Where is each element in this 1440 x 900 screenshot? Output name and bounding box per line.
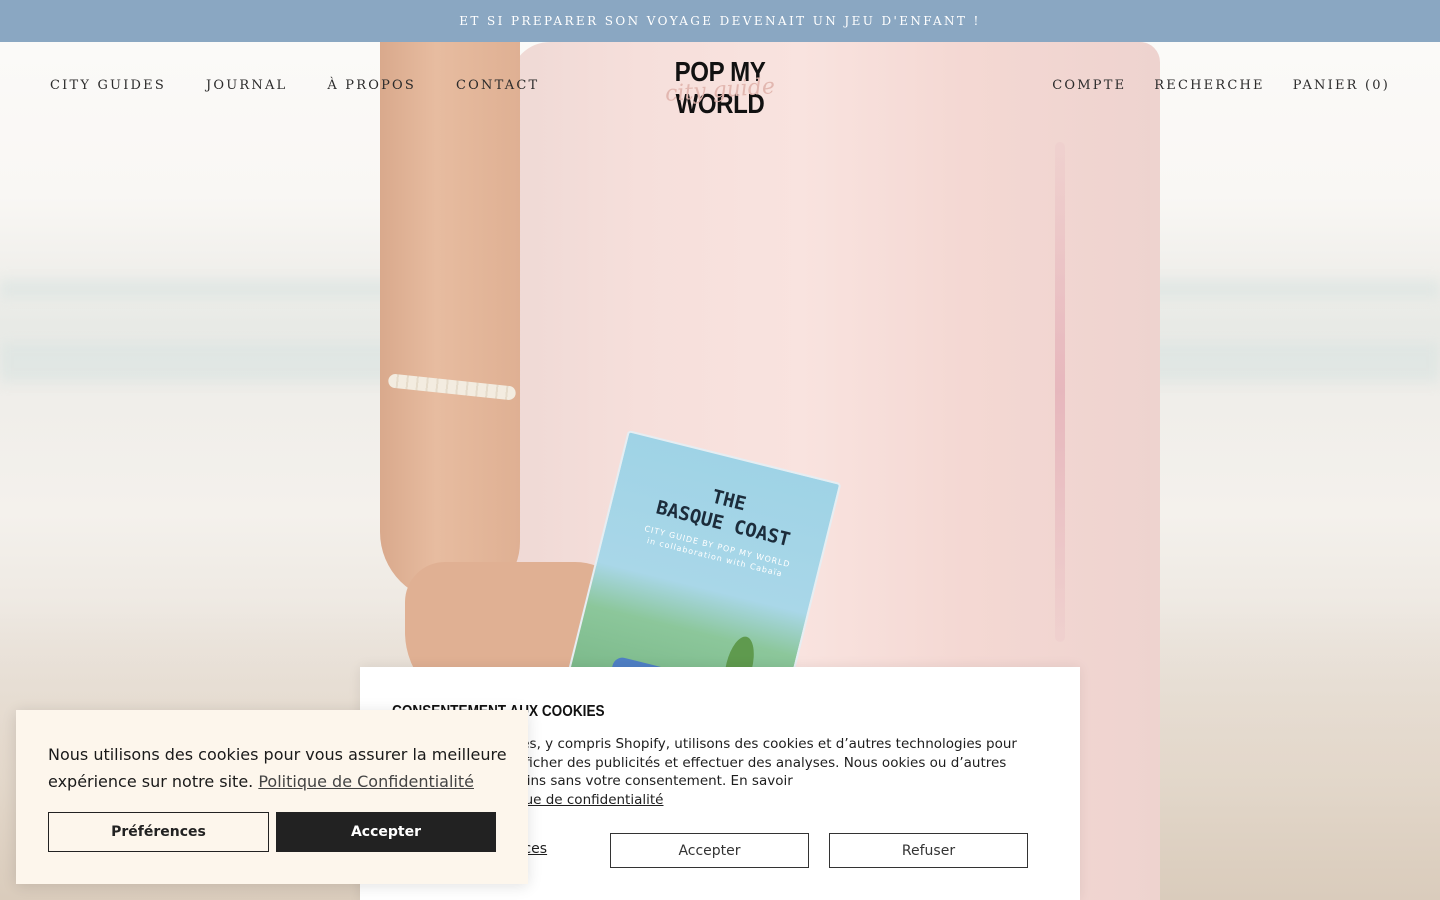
nav-compte[interactable]: COMPTE xyxy=(1052,78,1126,93)
dress-ruffle xyxy=(1055,142,1065,642)
nav-a-propos[interactable]: À PROPOS xyxy=(327,78,416,93)
cookie-message: Nous utilisons des cookies pour vous ass… xyxy=(48,741,508,795)
account-nav: COMPTE RECHERCHE PANIER (0) xyxy=(1052,78,1390,93)
nav-recherche[interactable]: RECHERCHE xyxy=(1154,78,1264,93)
main-nav: CITY GUIDES JOURNAL À PROPOS CONTACT xyxy=(50,78,579,93)
nav-contact[interactable]: CONTACT xyxy=(456,78,539,93)
nav-city-guides[interactable]: CITY GUIDES xyxy=(50,78,166,93)
announcement-text: ET SI PREPARER SON VOYAGE DEVENAIT UN JE… xyxy=(459,14,981,28)
announcement-bar: ET SI PREPARER SON VOYAGE DEVENAIT UN JE… xyxy=(0,0,1440,42)
cookie-accept-button[interactable]: Accepter xyxy=(276,812,496,852)
cookie-privacy-link[interactable]: Politique de Confidentialité xyxy=(258,772,474,791)
nav-panier[interactable]: PANIER (0) xyxy=(1293,78,1390,93)
site-logo[interactable]: POP MY WORLD city guide xyxy=(620,56,820,119)
consent-refuse-button[interactable]: Refuser xyxy=(829,833,1028,868)
cookie-preferences-button[interactable]: Préférences xyxy=(48,812,269,852)
nav-journal[interactable]: JOURNAL xyxy=(206,78,287,93)
site-header: CITY GUIDES JOURNAL À PROPOS CONTACT POP… xyxy=(0,42,1440,132)
consent-accept-button[interactable]: Accepter xyxy=(610,833,809,868)
cookie-banner: Nous utilisons des cookies pour vous ass… xyxy=(16,710,528,884)
consent-privacy-link[interactable]: que de confidentialité xyxy=(516,792,663,808)
